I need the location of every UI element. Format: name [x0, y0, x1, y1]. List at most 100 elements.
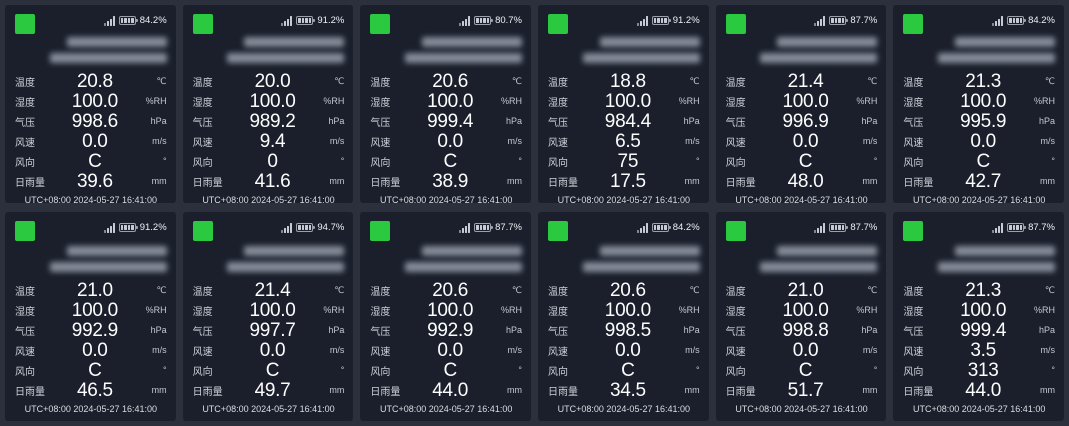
- measurement-row-daily_rainfall: 日雨量 42.7 mm: [903, 171, 1055, 191]
- card-header-right: 94.7%: [281, 222, 344, 233]
- station-card[interactable]: 94.7% 温度 21.4 ℃ 湿度 100.0 %RH 气压 997.7 hPa 风速 0.0 m/…: [182, 212, 354, 421]
- station-card[interactable]: 91.2% 温度 21.0 ℃ 湿度 100.0 %RH 气压 992.9 hPa 风速 0.0 m/…: [5, 212, 176, 421]
- measurement-row-pressure: 气压 999.4 hPa: [903, 320, 1055, 340]
- measurement-row-pressure: 气压 992.9 hPa: [370, 320, 522, 340]
- card-header-right: 91.2%: [281, 15, 344, 26]
- station-id-blurred: [582, 262, 700, 272]
- measurement-row-pressure: 气压 995.9 hPa: [903, 111, 1055, 131]
- measurement-label: 风向: [192, 366, 213, 378]
- measurement-label: 风向: [903, 366, 924, 378]
- measurement-unit: mm: [151, 385, 167, 395]
- card-header-right: 91.2%: [636, 15, 700, 26]
- measurement-value: 0.0: [437, 130, 463, 152]
- measurement-row-humidity: 湿度 100.0 %RH: [193, 300, 345, 320]
- measurement-row-daily_rainfall: 日雨量 17.5 mm: [548, 171, 700, 191]
- measurement-row-wind_direction: 风向 75 °: [548, 151, 700, 171]
- station-card[interactable]: 91.2% 温度 20.0 ℃ 湿度 100.0 %RH 气压 989.2 hPa 风速 9.4 m/…: [182, 5, 354, 205]
- measurement-rows: 温度 20.0 ℃ 湿度 100.0 %RH 气压 989.2 hPa 风速 9.4 m/s 风向 0 ° 日…: [193, 69, 345, 195]
- status-indicator-icon: [725, 14, 746, 34]
- measurement-row-daily_rainfall: 日雨量 34.5 mm: [548, 380, 700, 400]
- measurement-value: 100.0: [427, 90, 474, 112]
- measurement-rows: 温度 21.4 ℃ 湿度 100.0 %RH 气压 996.9 hPa 风速 0.0 m/s 风向 C ° 日…: [726, 69, 878, 195]
- station-title-block: [726, 37, 878, 63]
- measurement-value: 100.0: [427, 299, 474, 321]
- station-name-blurred: [66, 246, 167, 256]
- measurement-label: 风速: [548, 346, 568, 358]
- measurement-label: 风速: [370, 346, 391, 358]
- measurement-label: 温度: [548, 286, 568, 298]
- measurement-row-daily_rainfall: 日雨量 49.7 mm: [193, 380, 345, 400]
- measurement-row-wind_direction: 风向 C °: [903, 151, 1055, 171]
- measurement-label: 风速: [15, 346, 35, 358]
- measurement-label: 湿度: [192, 97, 213, 109]
- station-card[interactable]: 87.7% 温度 20.6 ℃ 湿度 100.0 %RH 气压 992.9 hPa 风速 0.0 m/…: [360, 212, 531, 421]
- measurement-unit: %RH: [1033, 305, 1055, 315]
- battery-icon: [118, 223, 138, 232]
- measurement-value: 34.5: [609, 379, 646, 401]
- measurement-value: 20.0: [254, 70, 291, 92]
- station-title-block: [548, 37, 700, 63]
- measurement-row-temperature: 温度 20.0 ℃: [193, 71, 345, 91]
- station-card[interactable]: 91.2% 温度 18.8 ℃ 湿度 100.0 %RH 气压 984.4 hPa 风速 6.5 m/…: [538, 5, 709, 205]
- status-indicator-icon: [15, 221, 35, 241]
- status-indicator-icon: [548, 14, 568, 34]
- battery-percentage: 87.7%: [850, 15, 878, 26]
- measurement-unit: hPa: [328, 116, 345, 126]
- measurement-value: 75: [617, 150, 639, 172]
- measurement-unit: m/s: [1040, 136, 1056, 146]
- timestamp: UTC+08:00 2024-05-27 16:41:00: [24, 404, 157, 414]
- measurement-unit: °: [696, 365, 700, 375]
- station-card[interactable]: 84.2% 温度 20.6 ℃ 湿度 100.0 %RH 气压 998.5 hPa 风速 0.0 m/…: [538, 212, 709, 421]
- measurement-label: 风速: [903, 346, 924, 358]
- measurement-unit: ℃: [867, 284, 878, 295]
- station-card[interactable]: 87.7% 温度 21.4 ℃ 湿度 100.0 %RH 气压 996.9 hPa 风速 0.0 m/…: [715, 5, 887, 205]
- measurement-label: 风速: [192, 137, 213, 149]
- measurement-value: 0.0: [437, 339, 463, 361]
- station-name-blurred: [422, 246, 522, 256]
- station-card[interactable]: 87.7% 温度 21.0 ℃ 湿度 100.0 %RH 气压 998.8 hPa 风速 0.0 m/…: [715, 212, 887, 421]
- measurement-value: 100.0: [249, 299, 296, 321]
- measurement-value: 39.6: [76, 170, 113, 192]
- measurement-label: 气压: [15, 117, 35, 129]
- timestamp: UTC+08:00 2024-05-27 16:41:00: [735, 195, 868, 205]
- measurement-row-humidity: 湿度 100.0 %RH: [548, 91, 700, 111]
- measurement-value: 996.9: [782, 110, 829, 132]
- card-header-right: 80.7%: [459, 15, 522, 26]
- station-card[interactable]: 80.7% 温度 20.6 ℃ 湿度 100.0 %RH 气压 999.4 hPa 风速 0.0 m/…: [360, 5, 531, 205]
- measurement-value: 100.0: [249, 90, 296, 112]
- measurement-label: 气压: [903, 117, 924, 129]
- measurement-unit: m/s: [685, 136, 700, 146]
- station-card[interactable]: 84.2% 温度 21.3 ℃ 湿度 100.0 %RH 气压 995.9 hPa 风速 0.0 m/…: [893, 5, 1064, 205]
- measurement-label: 温度: [548, 77, 568, 89]
- measurement-unit: m/s: [329, 136, 345, 146]
- station-title-block: [726, 246, 878, 272]
- card-header: 87.7%: [370, 220, 522, 243]
- station-title-block: [903, 246, 1055, 272]
- timestamp: UTC+08:00 2024-05-27 16:41:00: [557, 195, 690, 205]
- measurement-row-wind_direction: 风向 313 °: [903, 360, 1055, 380]
- measurement-row-daily_rainfall: 日雨量 39.6 mm: [15, 171, 167, 191]
- measurement-unit: %RH: [145, 96, 167, 106]
- measurement-rows: 温度 21.3 ℃ 湿度 100.0 %RH 气压 995.9 hPa 风速 0.0 m/s 风向 C ° 日…: [903, 69, 1055, 195]
- measurement-label: 日雨量: [15, 177, 45, 189]
- station-id-blurred: [405, 262, 522, 272]
- station-id-blurred: [938, 262, 1055, 272]
- measurement-unit: °: [163, 365, 167, 375]
- measurement-label: 风向: [548, 366, 568, 378]
- measurement-label: 温度: [903, 286, 924, 298]
- measurement-value: 3.5: [970, 339, 996, 361]
- timestamp: UTC+08:00 2024-05-27 16:41:00: [24, 195, 157, 205]
- station-card[interactable]: 87.7% 温度 21.3 ℃ 湿度 100.0 %RH 气压 999.4 hPa 风速 3.5 m/…: [893, 212, 1064, 421]
- station-title-block: [15, 246, 167, 272]
- measurement-unit: mm: [1040, 176, 1055, 186]
- measurement-row-humidity: 湿度 100.0 %RH: [370, 300, 522, 320]
- measurement-value: 0.0: [970, 130, 996, 152]
- measurement-unit: hPa: [683, 116, 700, 126]
- signal-strength-icon: [459, 222, 471, 233]
- battery-percentage: 84.2%: [139, 15, 167, 26]
- station-card[interactable]: 84.2% 温度 20.8 ℃ 湿度 100.0 %RH 气压 998.6 hPa 风速 0.0 m/…: [5, 5, 176, 205]
- card-header-right: 87.7%: [459, 222, 522, 233]
- measurement-unit: mm: [507, 176, 522, 186]
- station-title-block: [903, 37, 1055, 63]
- measurement-label: 湿度: [725, 97, 746, 109]
